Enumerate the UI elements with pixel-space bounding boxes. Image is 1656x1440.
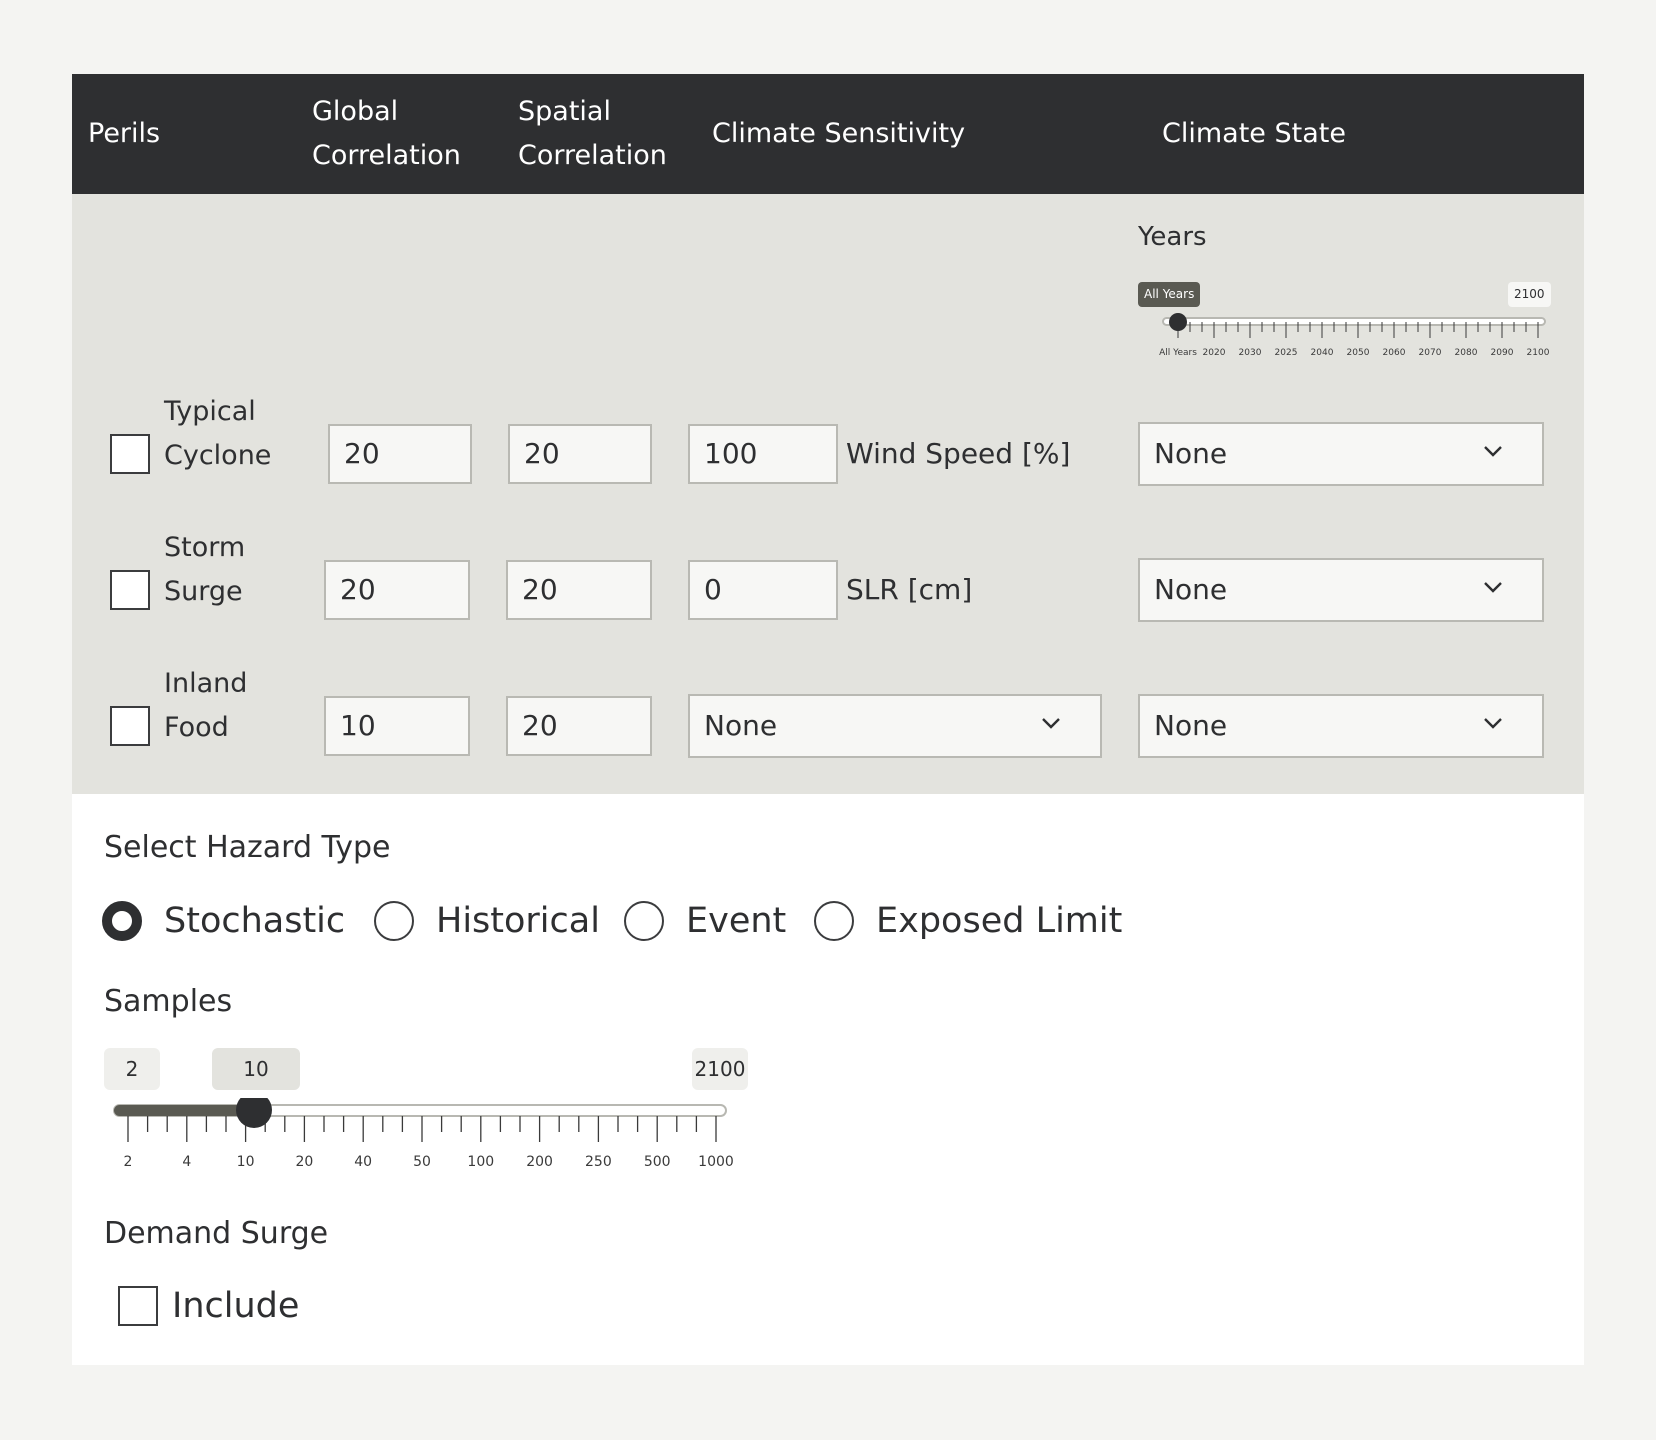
- table-header: Perils Global Correlation Spatial Correl…: [72, 74, 1584, 194]
- slider-tick-label: 10: [236, 1154, 255, 1170]
- climate-state-select[interactable]: None: [1138, 694, 1544, 758]
- peril-checkbox-typical-cyclone[interactable]: [110, 434, 150, 474]
- perils-body: Years All Years 2100 All Years 2020 2030 20…: [72, 194, 1584, 794]
- header-climate-sensitivity: Climate Sensitivity: [712, 118, 966, 149]
- slider-tick-label: All Years: [1159, 348, 1197, 358]
- chevron-down-icon: [1042, 718, 1060, 729]
- climate-sensitivity-value: None: [704, 709, 778, 742]
- header-spatial-correlation-line1: Spatial: [518, 96, 611, 127]
- header-global-correlation-line2: Correlation: [312, 140, 461, 171]
- radio-label-historical: Historical: [436, 901, 600, 941]
- years-slider-handle[interactable]: [1169, 313, 1187, 331]
- samples-slider-fill: [114, 1105, 244, 1116]
- slider-tick-label: 2020: [1202, 348, 1226, 358]
- radio-historical[interactable]: [374, 901, 414, 941]
- slider-tick-label: 2080: [1454, 348, 1478, 358]
- peril-name-line2: Surge: [164, 576, 243, 607]
- peril-name-line2: Cyclone: [164, 440, 272, 471]
- radio-label-event: Event: [686, 901, 787, 941]
- slider-tick-label: 50: [413, 1154, 431, 1170]
- header-perils: Perils: [88, 118, 161, 149]
- slider-tick-label: 2090: [1490, 348, 1514, 358]
- header-climate-state: Climate State: [1162, 118, 1346, 149]
- global-correlation-input[interactable]: 10: [324, 696, 470, 756]
- years-tick-labels: All Years 2020 2030 2025 2040 2050 2060 2070 208…: [1159, 348, 1560, 362]
- include-checkbox[interactable]: [118, 1286, 158, 1326]
- radio-label-stochastic: Stochastic: [164, 901, 346, 941]
- radio-label-exposed-limit: Exposed Limit: [876, 901, 1123, 941]
- slider-tick-label: 2050: [1346, 348, 1370, 358]
- climate-state-value: None: [1154, 437, 1228, 470]
- samples-max-value: 2100: [692, 1048, 748, 1090]
- sensitivity-unit-label: SLR [cm]: [846, 573, 973, 606]
- chevron-down-icon: [1484, 718, 1502, 729]
- years-current-value: All Years: [1138, 282, 1201, 307]
- slider-tick-label: 250: [585, 1154, 612, 1170]
- climate-sensitivity-select[interactable]: None: [688, 694, 1102, 758]
- slider-tick-label: 100: [467, 1154, 495, 1170]
- peril-name-line1: Inland: [164, 668, 248, 699]
- slider-tick-label: 2025: [1274, 348, 1298, 358]
- header-spatial-correlation-line2: Correlation: [518, 140, 667, 171]
- include-label: Include: [172, 1286, 300, 1326]
- slider-tick-label: 2100: [1526, 348, 1550, 358]
- spatial-correlation-input[interactable]: 20: [506, 696, 652, 756]
- peril-name-line1: Storm: [164, 532, 246, 563]
- slider-tick-label: 2040: [1310, 348, 1334, 358]
- samples-tick-labels: 2 4 10 20 40 50 100 200 250 500 1000: [112, 1154, 752, 1174]
- header-global-correlation-line1: Global: [312, 96, 399, 127]
- perils-panel: Perils Global Correlation Spatial Correl…: [72, 74, 1584, 1365]
- chevron-down-icon: [1484, 446, 1502, 457]
- slider-tick-label: 40: [354, 1154, 373, 1170]
- slider-tick-label: 500: [643, 1154, 671, 1170]
- samples-title: Samples: [104, 984, 233, 1019]
- years-max-value: 2100: [1508, 282, 1551, 307]
- sensitivity-unit-label: Wind Speed [%]: [846, 437, 1071, 470]
- spatial-correlation-input[interactable]: 20: [506, 560, 652, 620]
- slider-tick-label: 200: [526, 1154, 553, 1170]
- samples-current-value: 10: [212, 1048, 300, 1090]
- demand-surge-title: Demand Surge: [104, 1216, 329, 1251]
- years-label: Years: [1138, 222, 1207, 252]
- climate-state-select[interactable]: None: [1138, 558, 1544, 622]
- slider-tick-label: 2070: [1418, 348, 1442, 358]
- slider-tick-label: 2: [123, 1154, 133, 1170]
- peril-name-line2: Food: [164, 712, 229, 743]
- climate-state-value: None: [1154, 709, 1228, 742]
- samples-slider-handle[interactable]: [236, 1098, 272, 1128]
- slider-tick-label: 1000: [698, 1154, 734, 1170]
- radio-stochastic[interactable]: [102, 901, 142, 941]
- hazard-type-title: Select Hazard Type: [104, 830, 391, 865]
- peril-name-line1: Typical: [164, 396, 256, 427]
- slider-tick-label: 2060: [1382, 348, 1406, 358]
- climate-state-select[interactable]: None: [1138, 422, 1544, 486]
- radio-event[interactable]: [624, 901, 664, 941]
- slider-tick-label: 2030: [1238, 348, 1262, 358]
- chevron-down-icon: [1484, 582, 1502, 593]
- climate-state-value: None: [1154, 573, 1228, 606]
- slider-tick-label: 4: [182, 1154, 192, 1170]
- climate-sensitivity-input[interactable]: 100: [688, 424, 838, 484]
- peril-checkbox-inland-food[interactable]: [110, 706, 150, 746]
- spatial-correlation-input[interactable]: 20: [508, 424, 652, 484]
- samples-min-value: 2: [104, 1048, 160, 1090]
- global-correlation-input[interactable]: 20: [324, 560, 470, 620]
- radio-exposed-limit[interactable]: [814, 901, 854, 941]
- climate-sensitivity-input[interactable]: 0: [688, 560, 838, 620]
- slider-tick-label: 20: [295, 1154, 314, 1170]
- global-correlation-input[interactable]: 20: [328, 424, 472, 484]
- peril-checkbox-storm-surge[interactable]: [110, 570, 150, 610]
